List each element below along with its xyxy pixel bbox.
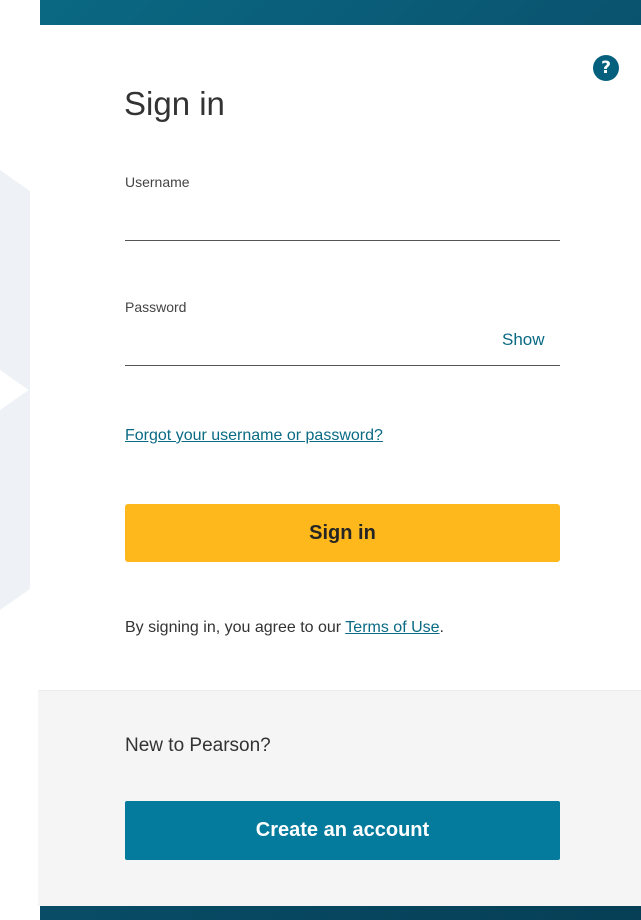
question-icon[interactable]: ? xyxy=(593,55,619,81)
terms-notice: By signing in, you agree to our Terms of… xyxy=(125,619,444,637)
forgot-credentials-link[interactable]: Forgot your username or password? xyxy=(125,427,383,445)
terms-prefix: By signing in, you agree to our xyxy=(125,619,346,636)
show-password-toggle[interactable]: Show xyxy=(502,330,545,350)
page-title: Sign in xyxy=(124,85,225,122)
username-input[interactable] xyxy=(125,210,560,241)
register-section: New to Pearson? Create an account xyxy=(38,690,641,906)
new-user-prompt: New to Pearson? xyxy=(125,735,271,756)
signin-button[interactable]: Sign in xyxy=(125,504,560,562)
create-account-button[interactable]: Create an account xyxy=(125,801,560,860)
password-input[interactable] xyxy=(125,335,560,366)
terms-of-use-link[interactable]: Terms of Use xyxy=(345,619,439,636)
terms-suffix: . xyxy=(439,619,444,636)
signin-card: ? Sign in Username Password Show Forgot … xyxy=(38,25,641,906)
username-label: Username xyxy=(125,174,190,190)
background-decoration xyxy=(0,0,40,920)
password-label: Password xyxy=(125,299,187,315)
